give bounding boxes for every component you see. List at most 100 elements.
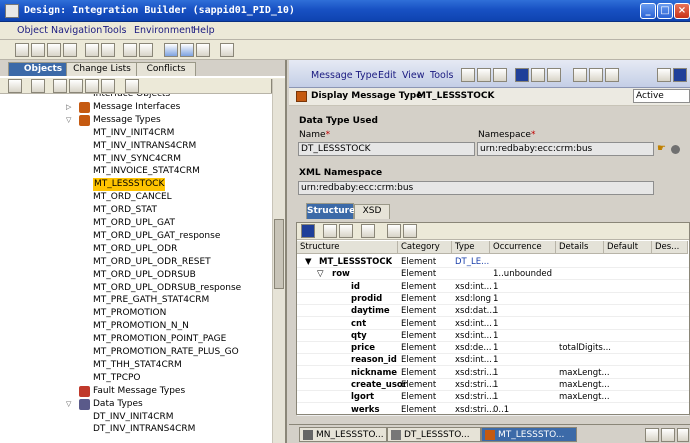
- expand-toggle-icon[interactable]: ▷: [66, 103, 73, 111]
- tree-node-label: MT_ORD_UPL_GAT: [93, 218, 175, 228]
- copy-icon[interactable]: [85, 43, 99, 57]
- table-row[interactable]: werks Element xsd:stri... 0..1: [297, 404, 689, 416]
- scroll-thumb[interactable]: [274, 219, 284, 289]
- column-header[interactable]: Category: [398, 241, 452, 254]
- column-header[interactable]: Details: [556, 241, 604, 254]
- hand-pointer-icon[interactable]: ☛: [657, 143, 667, 154]
- table-row[interactable]: ▼ MT_LESSSTOCK Element DT_LE...: [297, 256, 689, 268]
- tab-list-icon[interactable]: [645, 428, 659, 442]
- save-icon[interactable]: [47, 43, 61, 57]
- check-icon[interactable]: [493, 68, 507, 82]
- menu-tools-editor[interactable]: Tools: [430, 70, 453, 81]
- row-toggle-icon[interactable]: ▼: [305, 256, 312, 268]
- table-row[interactable]: reason_id Element xsd:int... 1: [297, 354, 689, 367]
- back-arrow-icon[interactable]: [164, 43, 178, 57]
- tree-node-label: MT_ORD_STAT: [93, 205, 157, 216]
- table-row[interactable]: qty Element xsd:int... 1: [297, 330, 689, 342]
- print-icon[interactable]: [605, 68, 619, 82]
- tree-node-label: MT_LESSSTOCK: [93, 178, 166, 192]
- pin-icon[interactable]: [657, 68, 671, 82]
- tab-structure[interactable]: Structure: [306, 203, 355, 219]
- menu-message-type[interactable]: Message Type: [311, 70, 377, 81]
- namespace-field[interactable]: urn:redbaby:ecc:crm:bus: [477, 142, 654, 156]
- paste-icon[interactable]: [139, 43, 153, 57]
- column-header[interactable]: Des...: [652, 241, 688, 254]
- menu-edit[interactable]: Edit: [378, 70, 396, 81]
- tree-node-label: MT_TPCPO: [93, 372, 141, 383]
- history-icon[interactable]: [573, 68, 587, 82]
- copy-row-icon[interactable]: [339, 224, 353, 238]
- column-header[interactable]: Type: [452, 241, 490, 254]
- where-used-icon[interactable]: [531, 68, 545, 82]
- book-icon[interactable]: [589, 68, 603, 82]
- tab-change-lists[interactable]: Change Lists: [66, 62, 138, 76]
- refresh-structure-icon[interactable]: [301, 224, 315, 238]
- expand-all-icon[interactable]: [31, 79, 45, 93]
- category-cell: Element: [401, 306, 437, 317]
- column-header[interactable]: Occurrence: [490, 241, 556, 254]
- collapse-icon[interactable]: [69, 79, 83, 93]
- table-row[interactable]: ▽ row Element 1..unbounded: [297, 268, 689, 281]
- filter-structure-icon[interactable]: [361, 224, 375, 238]
- find-icon[interactable]: [125, 79, 139, 93]
- cut-icon[interactable]: [123, 43, 137, 57]
- menu-environment[interactable]: Environment: [134, 25, 195, 36]
- transport-icon[interactable]: [220, 43, 234, 57]
- minimize-button[interactable]: _: [640, 3, 656, 19]
- name-field[interactable]: DT_LESSSTOCK: [298, 142, 475, 156]
- bottom-tab-mn[interactable]: MN_LESSSTO...: [299, 427, 387, 442]
- export-icon[interactable]: [403, 224, 417, 238]
- menu-view[interactable]: View: [402, 70, 425, 81]
- hierarchy-icon[interactable]: [53, 79, 67, 93]
- open-icon[interactable]: [31, 43, 45, 57]
- structure-cell: cnt: [351, 318, 367, 329]
- delete-icon[interactable]: [63, 43, 77, 57]
- xml-namespace-field[interactable]: urn:redbaby:ecc:crm:bus: [298, 181, 654, 195]
- maximize-button[interactable]: □: [657, 3, 673, 19]
- close-button[interactable]: ×: [674, 3, 690, 19]
- table-row[interactable]: id Element xsd:int... 1: [297, 281, 689, 293]
- menu-help[interactable]: Help: [193, 25, 215, 36]
- navigate-icon[interactable]: [547, 68, 561, 82]
- table-row[interactable]: lgort Element xsd:stri... 1 maxLengt...: [297, 391, 689, 404]
- column-header[interactable]: Structure: [297, 241, 398, 254]
- window-icon[interactable]: [196, 43, 210, 57]
- table-row[interactable]: cnt Element xsd:int... 1: [297, 318, 689, 330]
- bottom-tab-mt[interactable]: MT_LESSSTO...: [481, 427, 577, 442]
- table-layout-icon[interactable]: [387, 224, 401, 238]
- expand-toggle-icon[interactable]: [66, 388, 73, 395]
- collapse-toggle-icon[interactable]: ▽: [66, 400, 73, 408]
- type-cell: xsd:int...: [455, 355, 492, 366]
- menu-navigation[interactable]: Navigation: [51, 25, 102, 36]
- info-icon[interactable]: [515, 68, 529, 82]
- tab-prev-icon[interactable]: [661, 428, 675, 442]
- tree-node-label: MT_INV_INTRANS4CRM: [93, 140, 197, 151]
- save-editor-icon[interactable]: [477, 68, 491, 82]
- forward-arrow-icon[interactable]: [180, 43, 194, 57]
- table-row[interactable]: nickname Element xsd:stri... 1 maxLengt...: [297, 367, 689, 379]
- table-row[interactable]: prodid Element xsd:long 1: [297, 293, 689, 305]
- filter-icon[interactable]: [101, 79, 115, 93]
- tab-next-icon[interactable]: [677, 428, 689, 442]
- menu-object[interactable]: Object: [17, 25, 48, 36]
- tab-conflicts[interactable]: Conflicts: [136, 62, 196, 76]
- tree-scrollbar[interactable]: [272, 79, 285, 443]
- tab-xsd[interactable]: XSD: [354, 204, 390, 219]
- table-row[interactable]: price Element xsd:de... 1 totalDigits...: [297, 342, 689, 355]
- table-row[interactable]: create_usor Element xsd:stri... 1 maxLengt..…: [297, 379, 689, 391]
- insert-row-icon[interactable]: [323, 224, 337, 238]
- display-icon[interactable]: [101, 43, 115, 57]
- table-row[interactable]: daytime Element xsd:dat... 1: [297, 305, 689, 318]
- sort-icon[interactable]: [85, 79, 99, 93]
- new-icon[interactable]: [15, 43, 29, 57]
- column-header[interactable]: Default: [604, 241, 652, 254]
- row-toggle-icon[interactable]: ▽: [317, 268, 324, 280]
- navigation-circle-icon[interactable]: [671, 145, 680, 154]
- collapse-toggle-icon[interactable]: ▽: [66, 116, 73, 124]
- edit-pencil-icon[interactable]: [461, 68, 475, 82]
- menu-tools[interactable]: Tools: [103, 25, 126, 36]
- refresh-icon[interactable]: [8, 79, 22, 93]
- bottom-tab-dt[interactable]: DT_LESSSTO...: [387, 427, 481, 442]
- tree-node-label: MT_ORD_UPL_GAT_response: [93, 230, 221, 241]
- close-editor-icon[interactable]: [673, 68, 687, 82]
